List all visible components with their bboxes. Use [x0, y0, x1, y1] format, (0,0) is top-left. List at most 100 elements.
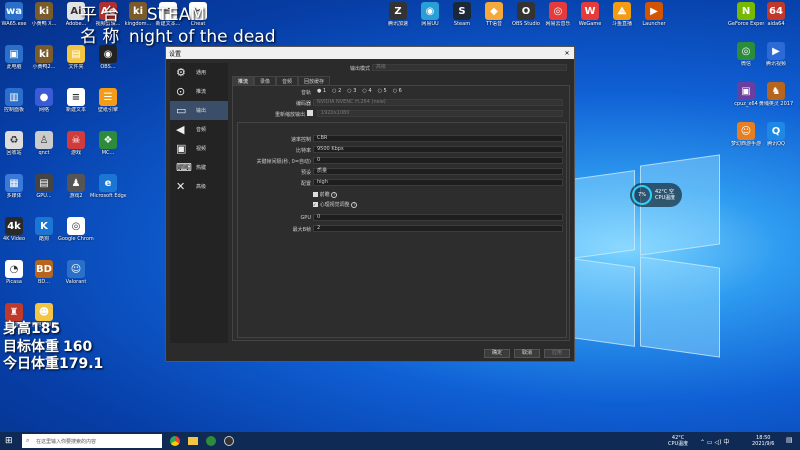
- rate-control-select[interactable]: CBR: [313, 135, 563, 142]
- rescale-checkbox[interactable]: [307, 110, 313, 116]
- sidebar-item-general[interactable]: ⚙ 通用: [170, 63, 228, 82]
- desktop-icon-label: 网易云音乐: [545, 21, 571, 27]
- encoder-label: 编码器: [295, 101, 311, 107]
- encoder-select[interactable]: NVIDIA NVENC H.264 (new): [313, 99, 563, 106]
- psycho-checkbox[interactable]: ✓: [313, 202, 318, 207]
- lookahead-checkbox[interactable]: [313, 192, 318, 197]
- desktop-icon-label: 文件夹: [68, 64, 84, 70]
- desktop-icon[interactable]: ❖ MC...: [90, 131, 126, 156]
- app-icon: ◎: [549, 2, 567, 20]
- desktop-icon[interactable]: ⟁ 斗鱼直播: [604, 2, 640, 27]
- desktop-icon[interactable]: ▶ 腾讯视频: [758, 42, 794, 67]
- taskbar-clock[interactable]: 18:50 2021/9/6: [752, 435, 774, 447]
- output-mode-select[interactable]: 高级: [372, 64, 567, 71]
- bitrate-input[interactable]: 9500 Kbps: [313, 146, 563, 153]
- desktop-icon[interactable]: e Microsoft Edge: [90, 174, 126, 199]
- app-icon: ◉: [99, 45, 117, 63]
- close-icon[interactable]: ✕: [560, 50, 574, 57]
- track-radio-6[interactable]: ○ 6: [393, 88, 402, 94]
- desktop-icon[interactable]: Z 腾讯加速: [380, 2, 416, 27]
- sidebar-item-advanced[interactable]: ✕ 高级: [170, 177, 228, 196]
- app-icon: ▣: [5, 45, 23, 63]
- desktop-icon[interactable]: ▶ Launcher: [636, 2, 672, 27]
- apply-button[interactable]: 应用: [544, 349, 570, 358]
- sidebar-item-hotkeys[interactable]: ⌨ 热键: [170, 158, 228, 177]
- folder-taskbar-icon[interactable]: [188, 437, 198, 445]
- taskbar-cpu-temp: 42°C CPU温度: [668, 435, 688, 447]
- desktop-icon[interactable]: ● 网络: [26, 88, 62, 113]
- app-icon: ≡: [67, 88, 85, 106]
- sidebar-item-stream[interactable]: ⊙ 推流: [170, 82, 228, 101]
- app-icon: W: [581, 2, 599, 20]
- desktop-icon[interactable]: ☠ 游戏: [58, 131, 94, 156]
- desktop-icon[interactable]: K 酷狗: [26, 217, 62, 242]
- desktop-icon[interactable]: ☺ Valorant: [58, 260, 94, 285]
- app-icon: ▶: [645, 2, 663, 20]
- notification-icon[interactable]: ▤: [786, 436, 793, 444]
- desktop-icon[interactable]: ▤ 文件夹: [58, 45, 94, 70]
- profile-select[interactable]: high: [313, 179, 563, 186]
- desktop-icon[interactable]: ◎ 网易云音乐: [540, 2, 576, 27]
- dialog-titlebar[interactable]: 设置 ✕: [166, 47, 574, 59]
- desktop-icon-label: GPU...: [36, 193, 52, 199]
- app-icon: ☰: [99, 88, 117, 106]
- desktop-icon[interactable]: ♟ 游戏2: [58, 174, 94, 199]
- desktop-icon-label: WeGame: [578, 21, 602, 27]
- app-icon: ◆: [485, 2, 503, 20]
- app-icon: ♙: [35, 131, 53, 149]
- overlay-current-weight: 今日体重179.1: [3, 353, 103, 373]
- desktop-icon[interactable]: ◉ 网易UU: [412, 2, 448, 27]
- desktop-icon[interactable]: ki 小黄鸭 X...: [26, 2, 62, 27]
- desktop-icon[interactable]: ◆ TT语音: [476, 2, 512, 27]
- sidebar-item-output[interactable]: ▭ 输出: [170, 101, 228, 120]
- track-radio-4[interactable]: ○ 4: [362, 88, 371, 94]
- track-radio-label: 4: [368, 88, 372, 94]
- chrome-taskbar-icon[interactable]: [170, 436, 180, 446]
- help-icon[interactable]: ?: [331, 192, 338, 198]
- desktop-icon[interactable]: ◎ Google Chrome: [58, 217, 94, 242]
- desktop-icon[interactable]: O OBS Studio: [508, 2, 544, 27]
- track-radio-1[interactable]: ● 1: [317, 88, 326, 94]
- desktop-icon[interactable]: ki 小黄鸭2...: [26, 45, 62, 70]
- desktop-icon[interactable]: ◉ OBS...: [90, 45, 126, 70]
- desktop-icon[interactable]: W WeGame: [572, 2, 608, 27]
- taskbar-search[interactable]: ⌕ 在这里输入你要搜索的内容: [22, 434, 162, 448]
- app-icon: N: [737, 2, 755, 20]
- app-icon: ▥: [5, 88, 23, 106]
- keyframe-input[interactable]: 0: [313, 157, 563, 164]
- track-radio-2[interactable]: ○ 2: [332, 88, 341, 94]
- desktop-icon[interactable]: S Steam: [444, 2, 480, 27]
- desktop-icon[interactable]: ♙ qnct: [26, 131, 62, 156]
- psycho-checkbox-row[interactable]: ✓ 心理视觉调整 ?: [313, 201, 358, 208]
- desktop-icon[interactable]: ▤ GPU...: [26, 174, 62, 199]
- cancel-button[interactable]: 取消: [514, 349, 540, 358]
- lookahead-checkbox-row[interactable]: 前瞻 ?: [313, 191, 338, 198]
- desktop-icon[interactable]: ♞ 黄埔英灵 2017: [758, 82, 794, 107]
- track-radio-3[interactable]: ○ 3: [347, 88, 356, 94]
- desktop-icon[interactable]: 64 aida64: [758, 2, 794, 27]
- overlay-height-label: 身高: [3, 321, 31, 337]
- bframes-input[interactable]: 2: [313, 225, 563, 232]
- desktop-icon[interactable]: Q 腾讯QQ: [758, 122, 794, 147]
- sidebar-item-video[interactable]: ▣ 视频: [170, 139, 228, 158]
- rescale-label: 重新缩放输出: [274, 112, 305, 118]
- psycho-label: 心理视觉调整: [319, 202, 350, 208]
- rescale-select[interactable]: 1920x1080: [317, 110, 563, 117]
- track-radio-5[interactable]: ○ 5: [378, 88, 387, 94]
- preset-select[interactable]: 质量: [313, 168, 563, 175]
- gpu-input[interactable]: 0: [313, 214, 563, 221]
- sidebar-item-audio[interactable]: ◀ 音频: [170, 120, 228, 139]
- app-icon: Z: [389, 2, 407, 20]
- overlay-current-value: 179.1: [59, 356, 104, 372]
- ok-button[interactable]: 确定: [484, 349, 510, 358]
- desktop-icon[interactable]: ≡ 新建文本: [58, 88, 94, 113]
- wechat-taskbar-icon[interactable]: [206, 436, 216, 446]
- desktop-icon[interactable]: ☰ 壁纸引擎: [90, 88, 126, 113]
- start-icon[interactable]: ⊞: [5, 436, 13, 446]
- app-icon: ☠: [67, 131, 85, 149]
- obs-taskbar-icon[interactable]: [224, 436, 234, 446]
- desktop-icon[interactable]: BD BD...: [26, 260, 62, 285]
- help-icon[interactable]: ?: [351, 202, 358, 208]
- app-icon: ⟁: [613, 2, 631, 20]
- tray-icons[interactable]: ⌃ ▭ ◁) 中: [700, 437, 729, 446]
